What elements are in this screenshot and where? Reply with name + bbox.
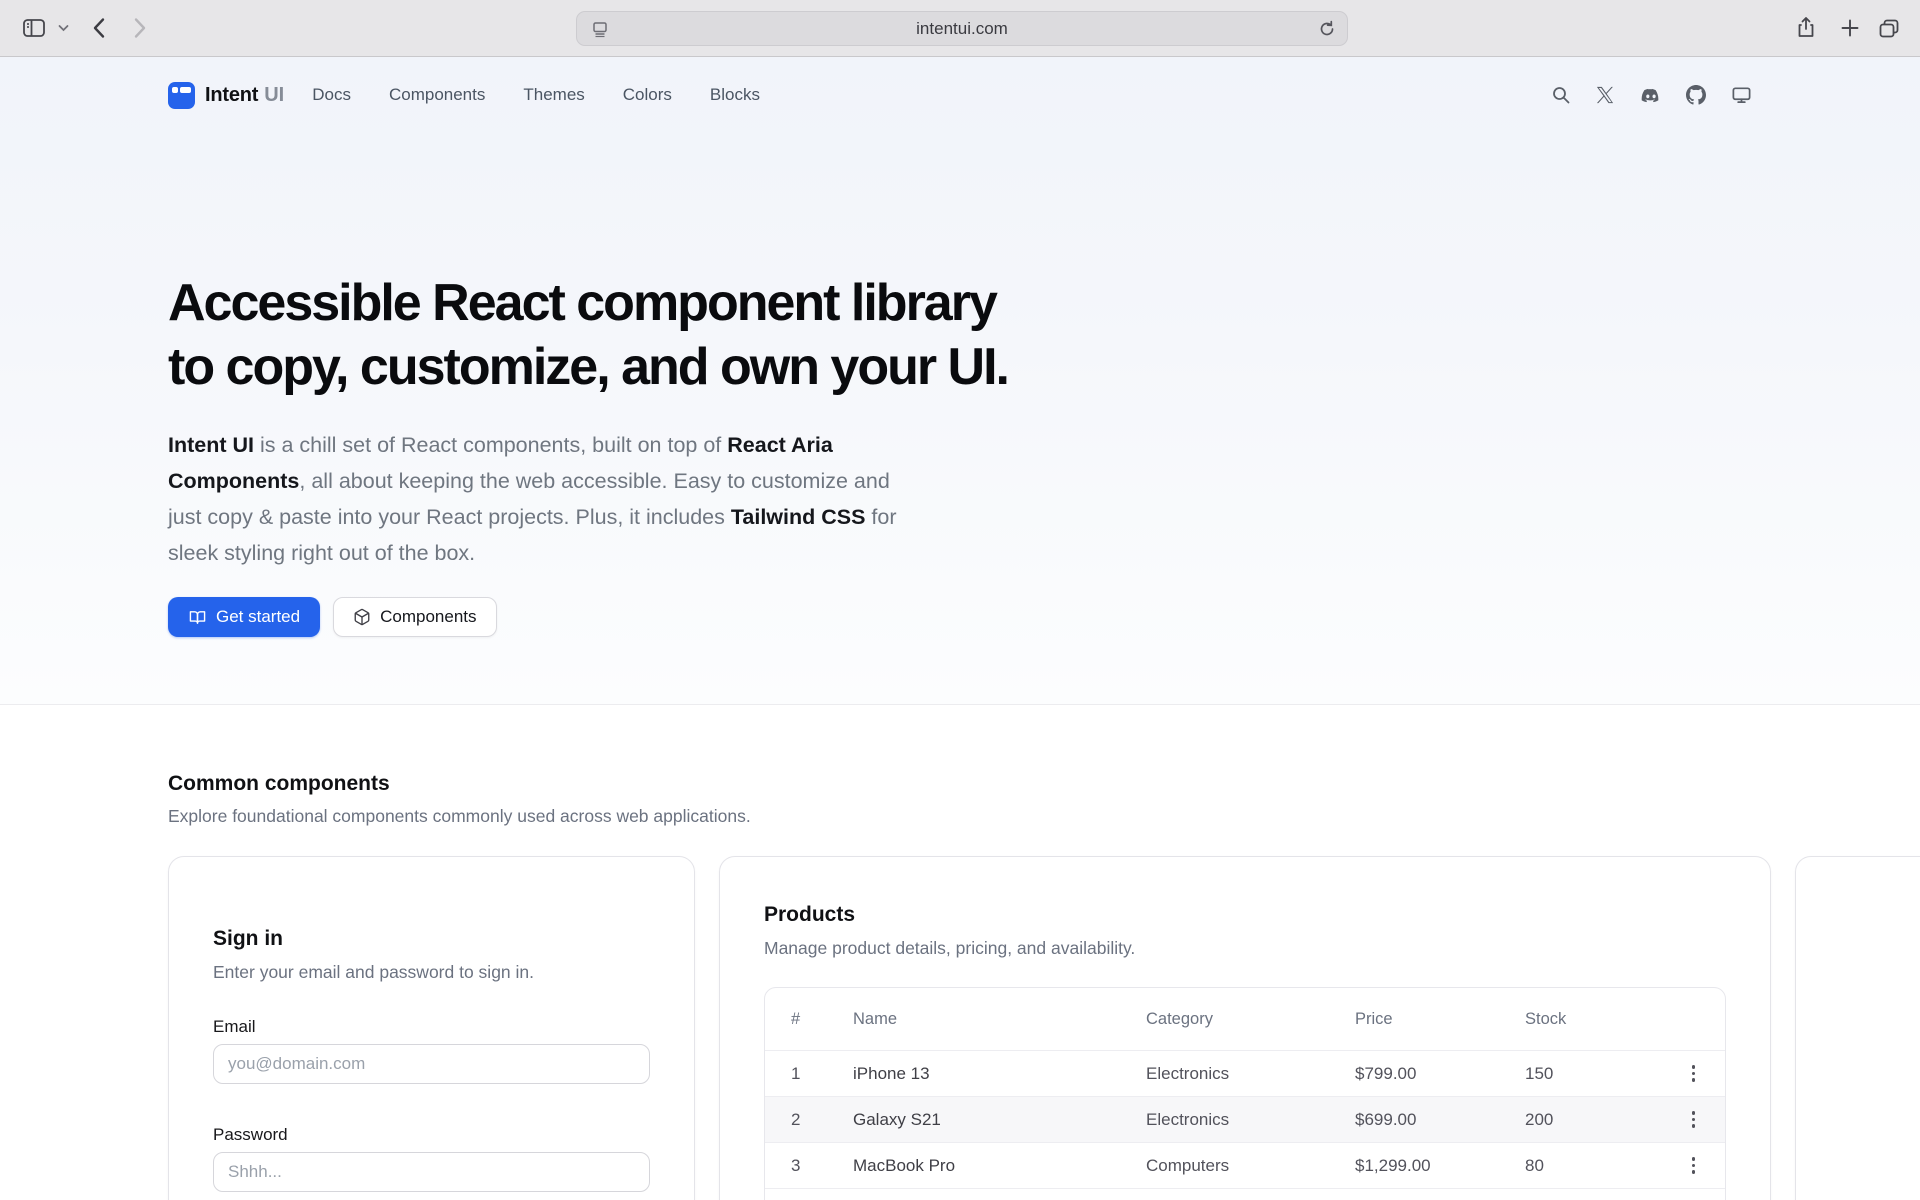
- cell-name: MacBook Pro: [853, 1156, 1146, 1176]
- row-actions-icon[interactable]: [1686, 1059, 1702, 1088]
- new-tab-icon[interactable]: [1839, 17, 1861, 39]
- products-title: Products: [764, 903, 1726, 927]
- page: Intent UI Docs Components Themes Colors …: [0, 57, 1920, 1200]
- nav-link-themes[interactable]: Themes: [523, 85, 584, 105]
- hero-paragraph: Intent UI is a chill set of React compon…: [168, 427, 916, 571]
- signin-title: Sign in: [213, 927, 650, 951]
- products-card: Products Manage product details, pricing…: [719, 856, 1771, 1200]
- hero-paragraph-segment: Tailwind CSS: [731, 505, 866, 529]
- tabs-overview-icon[interactable]: [1877, 16, 1901, 40]
- section-subtitle: Explore foundational components commonly…: [168, 806, 1920, 827]
- url-text: intentui.com: [916, 19, 1008, 39]
- cell-stock: 200: [1525, 1110, 1667, 1130]
- table-header-row: # Name Category Price Stock: [765, 988, 1725, 1050]
- sidebar-toggle-icon[interactable]: [21, 15, 47, 41]
- x-icon[interactable]: [1596, 86, 1614, 104]
- nav-link-docs[interactable]: Docs: [312, 85, 351, 105]
- hero-paragraph-segment: is a chill set of React components, buil…: [254, 433, 727, 457]
- nav-icon-group: [1551, 85, 1752, 105]
- hero-heading-line2: to copy, customize, and own your UI.: [168, 335, 1920, 399]
- cell-stock: 80: [1525, 1156, 1667, 1176]
- table-row[interactable]: 1 iPhone 13 Electronics $799.00 150: [765, 1050, 1725, 1096]
- share-icon[interactable]: [1795, 16, 1817, 40]
- components-button[interactable]: Components: [333, 597, 496, 637]
- cell-price: $1,299.00: [1355, 1156, 1525, 1176]
- row-actions-icon[interactable]: [1686, 1105, 1702, 1134]
- box-icon: [353, 608, 371, 626]
- brand-logo[interactable]: Intent UI: [168, 82, 284, 109]
- cell-stock: 150: [1525, 1064, 1667, 1084]
- cell-name: Galaxy S21: [853, 1110, 1146, 1130]
- nav-link-blocks[interactable]: Blocks: [710, 85, 760, 105]
- hero-actions: Get started Components: [168, 597, 1920, 637]
- next-component-card: [1795, 856, 1920, 1200]
- hero-heading: Accessible React component library to co…: [168, 271, 1920, 399]
- password-field[interactable]: [213, 1152, 650, 1192]
- hero-paragraph-segment: Intent UI: [168, 433, 254, 457]
- cell-category: Electronics: [1146, 1110, 1355, 1130]
- cell-price: $699.00: [1355, 1110, 1525, 1130]
- search-icon[interactable]: [1551, 85, 1571, 105]
- get-started-label: Get started: [216, 607, 300, 627]
- table-row[interactable]: 2 Galaxy S21 Electronics $699.00 200: [765, 1096, 1725, 1142]
- cell-num: 2: [791, 1110, 853, 1130]
- signin-subtitle: Enter your email and password to sign in…: [213, 962, 650, 983]
- common-components-section: Common components Explore foundational c…: [0, 705, 1920, 1200]
- github-icon[interactable]: [1686, 85, 1706, 105]
- cell-name: iPhone 13: [853, 1064, 1146, 1084]
- reload-icon[interactable]: [1317, 19, 1337, 39]
- brand-suffix: UI: [264, 84, 284, 107]
- discord-icon[interactable]: [1639, 86, 1661, 105]
- col-header-num[interactable]: #: [791, 1010, 853, 1029]
- nav-links: Docs Components Themes Colors Blocks: [312, 85, 760, 105]
- back-icon[interactable]: [92, 17, 106, 39]
- nav-link-components[interactable]: Components: [389, 85, 485, 105]
- email-label: Email: [213, 1017, 650, 1037]
- cell-price: $799.00: [1355, 1064, 1525, 1084]
- chevron-down-icon[interactable]: [57, 23, 70, 33]
- email-field[interactable]: [213, 1044, 650, 1084]
- components-cards-row: Sign in Enter your email and password to…: [168, 856, 1920, 1200]
- intent-ui-logo-icon: [168, 82, 195, 109]
- row-actions-icon[interactable]: [1686, 1151, 1702, 1180]
- col-header-category[interactable]: Category: [1146, 1010, 1355, 1029]
- col-header-name[interactable]: Name: [853, 1010, 1146, 1029]
- forward-icon[interactable]: [133, 17, 147, 39]
- nav-link-colors[interactable]: Colors: [623, 85, 672, 105]
- get-started-button[interactable]: Get started: [168, 597, 320, 637]
- password-label: Password: [213, 1125, 650, 1145]
- products-table: # Name Category Price Stock 1 iPhone 13 …: [764, 987, 1726, 1200]
- hero-section: Intent UI Docs Components Themes Colors …: [0, 57, 1920, 705]
- col-header-stock[interactable]: Stock: [1525, 1010, 1667, 1029]
- site-navbar: Intent UI Docs Components Themes Colors …: [0, 57, 1920, 133]
- cell-category: Computers: [1146, 1156, 1355, 1176]
- cell-category: Electronics: [1146, 1064, 1355, 1084]
- hero-heading-line1: Accessible React component library: [168, 271, 1920, 335]
- col-header-price[interactable]: Price: [1355, 1010, 1525, 1029]
- components-label: Components: [380, 607, 476, 627]
- address-bar[interactable]: intentui.com: [576, 11, 1348, 46]
- cell-num: 1: [791, 1064, 853, 1084]
- display-icon[interactable]: [1731, 85, 1752, 105]
- table-row[interactable]: 4 Dell XPS 13 Computers $999.00 120: [765, 1188, 1725, 1200]
- brand-name: Intent: [205, 84, 258, 107]
- signin-card: Sign in Enter your email and password to…: [168, 856, 695, 1200]
- browser-chrome: intentui.com: [0, 0, 1920, 57]
- page-proxy-icon: [590, 19, 610, 39]
- products-subtitle: Manage product details, pricing, and ava…: [764, 938, 1726, 959]
- cell-num: 3: [791, 1156, 853, 1176]
- table-row[interactable]: 3 MacBook Pro Computers $1,299.00 80: [765, 1142, 1725, 1188]
- hero-content: Accessible React component library to co…: [0, 271, 1920, 637]
- book-open-icon: [188, 609, 207, 626]
- section-title: Common components: [168, 772, 1920, 796]
